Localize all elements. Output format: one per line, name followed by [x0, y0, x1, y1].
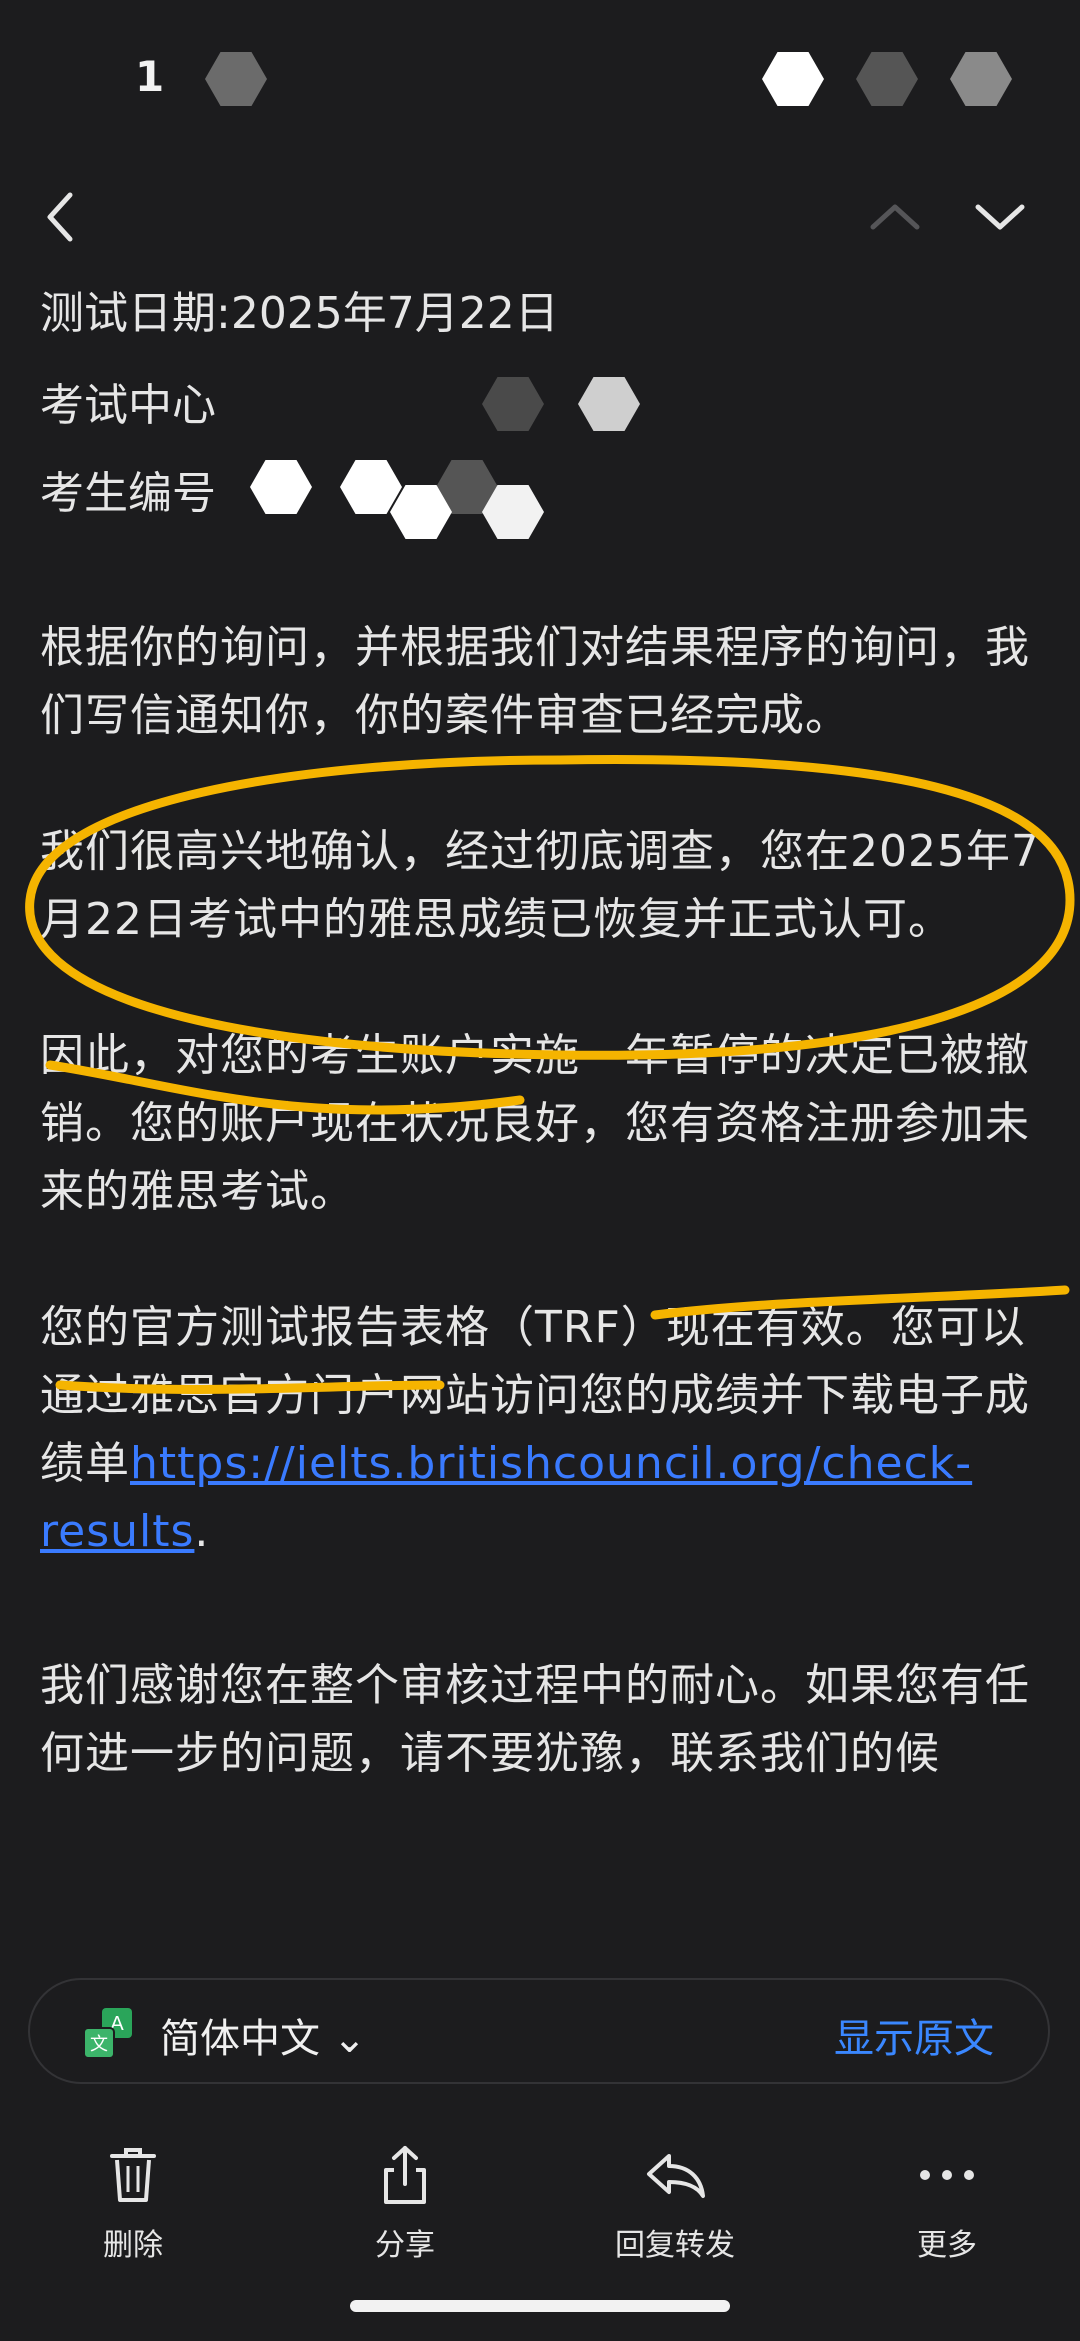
next-message-button[interactable] — [965, 182, 1035, 252]
paragraph-inquiry: 根据你的询问，并根据我们对结果程序的询问，我们写信通知你，你的案件审查已经完成。 — [40, 622, 1030, 741]
more-label: 更多 — [917, 2228, 977, 2263]
results-link[interactable]: https://ielts.britishcouncil.org/check-r… — [40, 1438, 972, 1557]
test-date: 测试日期:2025年7月22日 — [40, 288, 559, 339]
translate-icon: A 文 — [83, 2008, 132, 2059]
nav-bar — [0, 160, 1080, 270]
trash-icon — [110, 2148, 156, 2202]
home-indicator[interactable] — [350, 2300, 730, 2312]
share-button[interactable]: 分享 — [315, 2140, 495, 2264]
reply-icon — [647, 2154, 705, 2198]
redaction-mark — [762, 52, 824, 106]
previous-message-button[interactable] — [860, 182, 930, 252]
share-icon — [384, 2146, 426, 2204]
delete-label: 删除 — [103, 2228, 163, 2263]
back-button[interactable] — [25, 182, 95, 252]
show-original-button[interactable]: 显示原文 — [834, 2006, 994, 2064]
more-icon — [920, 2170, 974, 2180]
status-time: 1 — [135, 52, 165, 101]
redaction-mark — [950, 52, 1012, 106]
paragraph-trf: 您的官方测试报告表格（TRF）现在有效。您可以通过雅思官方门户网站访问您的成绩并… — [40, 1294, 1040, 1566]
paragraph-confirmation: 我们很高兴地确认，经过彻底调查，您在2025年7月22日考试中的雅思成绩已恢复并… — [40, 826, 1040, 945]
paragraph-thanks: 我们感谢您在整个审核过程中的耐心。如果您有任何进一步的问题，请不要犹豫，联系我们… — [40, 1660, 1030, 1779]
email-body: 测试日期:2025年7月22日 考试中心 考生编号 根据你的询问，并根据我们对结… — [40, 270, 1040, 1788]
share-label: 分享 — [375, 2228, 435, 2263]
redaction-mark — [856, 52, 918, 106]
trf-period: . — [194, 1506, 210, 1557]
delete-button[interactable]: 删除 — [43, 2140, 223, 2264]
chevron-left-icon — [47, 192, 73, 242]
svg-text:文: 文 — [90, 2034, 108, 2055]
redaction-mark — [205, 52, 267, 106]
more-button[interactable]: 更多 — [857, 2140, 1037, 2264]
reply-forward-label: 回复转发 — [615, 2228, 735, 2263]
chevron-down-icon — [975, 204, 1025, 230]
status-bar: 1 — [0, 0, 1080, 160]
paragraph-suspension: 因此，对您的考生账户实施一年暂停的决定已被撤销。您的账户现在状况良好，您有资格注… — [40, 1030, 1030, 1217]
language-selector[interactable]: 简体中文 ⌄ — [160, 2006, 366, 2064]
translation-bar: A 文 简体中文 ⌄ 显示原文 — [28, 1978, 1050, 2084]
reply-forward-button[interactable]: 回复转发 — [585, 2140, 765, 2264]
chevron-up-icon — [870, 204, 920, 230]
